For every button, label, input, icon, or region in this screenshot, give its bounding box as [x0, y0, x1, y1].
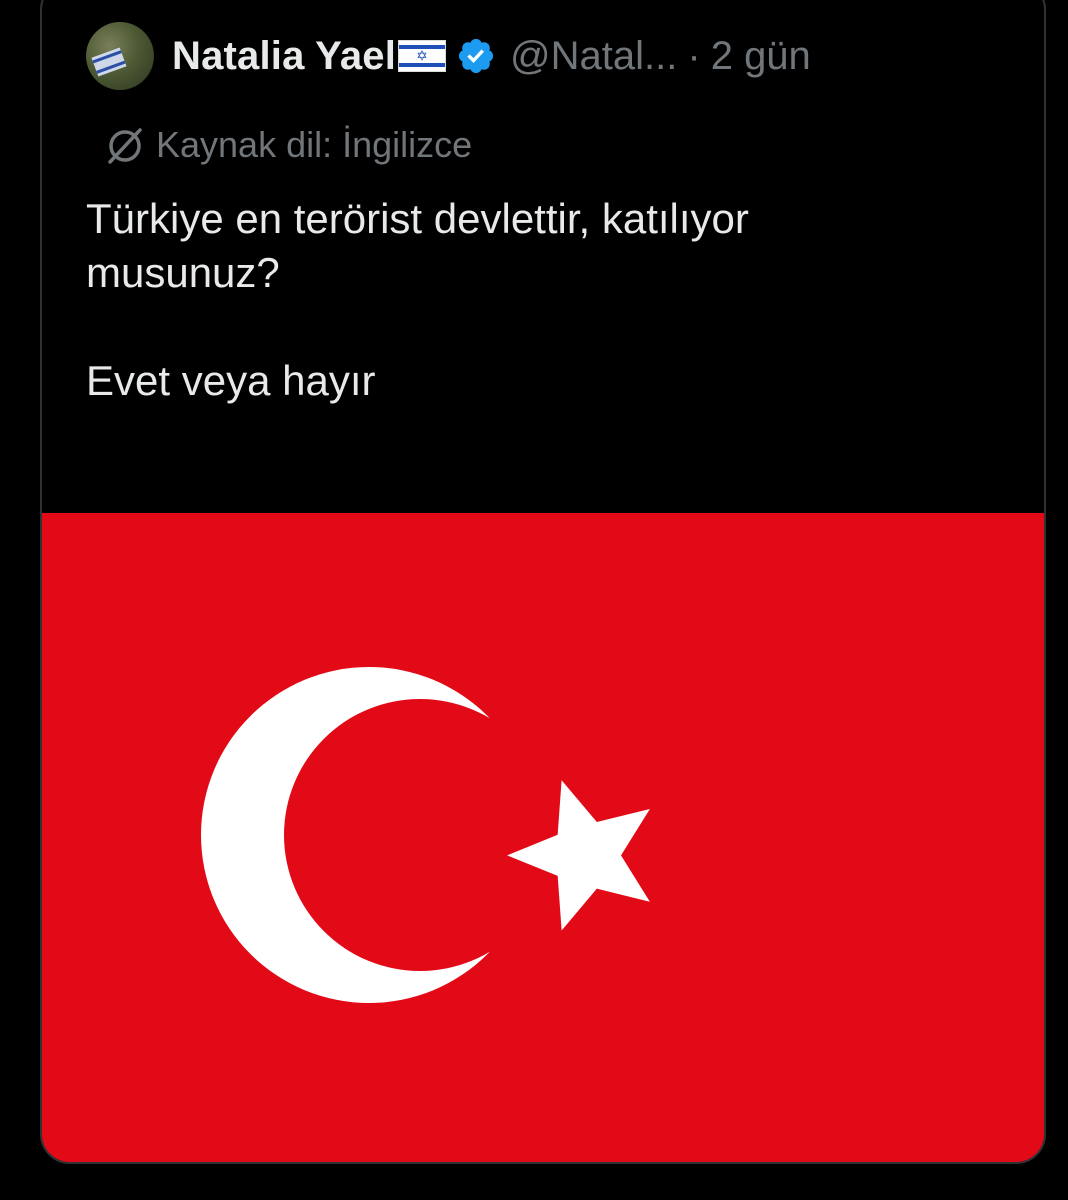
tweet-card[interactable]: Natalia Yael ✡ @Natal... · 2 gün Kaynak … — [40, 0, 1046, 1164]
separator-dot: · — [687, 33, 701, 78]
tweet-text-line: musunuz? — [86, 249, 280, 296]
translate-icon — [108, 128, 142, 164]
tweet-text-line: Evet veya hayır — [86, 357, 376, 404]
translation-label: Kaynak dil: İngilizce — [156, 124, 473, 165]
israel-flag-icon: ✡ — [398, 40, 447, 72]
tweet-header: Natalia Yael ✡ @Natal... · 2 gün — [86, 22, 811, 90]
author-name[interactable]: Natalia Yael — [172, 34, 396, 79]
tweet-text-line: Türkiye en terörist devlettir, katılıyor — [86, 195, 749, 242]
tweet-media-image[interactable] — [42, 513, 1044, 1162]
tweet-timestamp[interactable]: 2 gün — [711, 34, 811, 79]
verified-badge-icon — [458, 38, 494, 74]
author-handle[interactable]: @Natal... — [510, 34, 677, 79]
author-avatar[interactable] — [86, 22, 154, 90]
turkey-flag-image — [42, 513, 1044, 1162]
tweet-text: Türkiye en terörist devlettir, katılıyor… — [86, 192, 986, 408]
translation-notice[interactable]: Kaynak dil: İngilizce — [102, 122, 472, 168]
